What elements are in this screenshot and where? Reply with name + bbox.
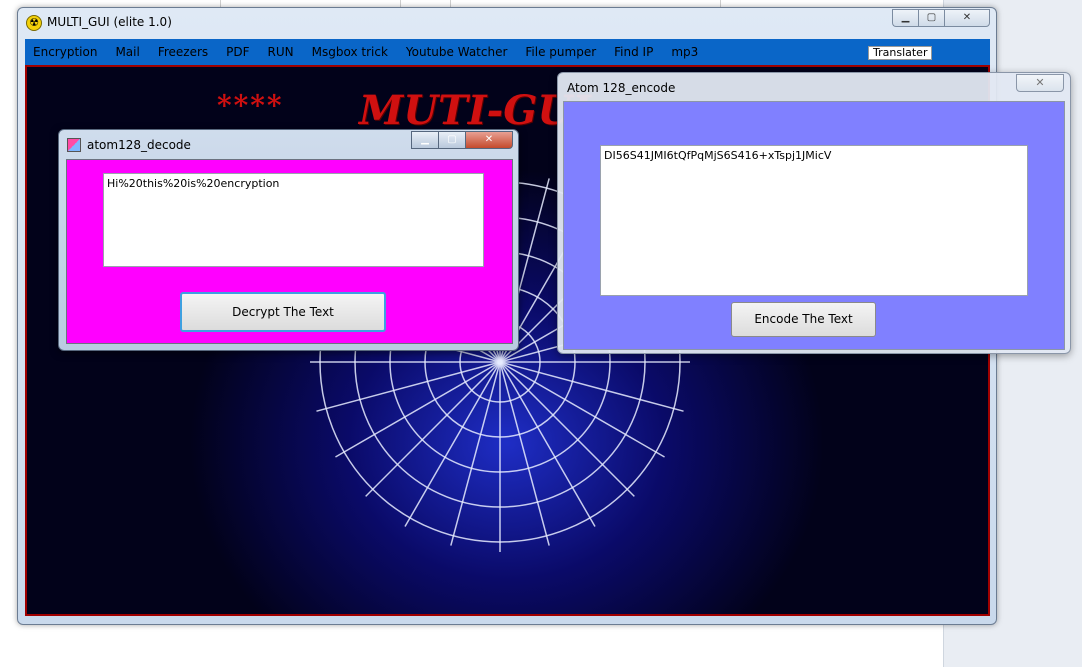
decrypt-button[interactable]: Decrypt The Text	[180, 292, 386, 332]
encode-client-area: DI56S41JMI6tQfPqMjS6S416+xTspj1JMicV Enc…	[563, 101, 1065, 350]
web-spoke	[450, 361, 501, 546]
decode-minimize-button[interactable]: ▁	[411, 131, 438, 149]
encode-button[interactable]: Encode The Text	[731, 302, 876, 337]
web-spoke	[365, 361, 501, 497]
encode-text-input[interactable]: DI56S41JMI6tQfPqMjS6S416+xTspj1JMicV	[600, 145, 1028, 296]
radiation-icon: ☢	[26, 15, 42, 31]
menubar: Encryption Mail Freezers PDF RUN Msgbox …	[25, 39, 990, 65]
main-window-title: MULTI_GUI (elite 1.0)	[47, 15, 172, 29]
encode-window: Atom 128_encode ✕ DI56S41JMI6tQfPqMjS6S4…	[557, 72, 1071, 354]
web-spoke	[499, 361, 665, 458]
menu-mp3[interactable]: mp3	[671, 45, 698, 59]
minimize-button[interactable]: ▁	[892, 9, 918, 27]
web-spoke	[499, 361, 550, 546]
decode-client-area: Hi%20this%20is%20encryption Decrypt The …	[66, 159, 513, 344]
encode-close-button[interactable]: ✕	[1016, 74, 1064, 92]
menu-encryption[interactable]: Encryption	[33, 45, 97, 59]
menu-freezers[interactable]: Freezers	[158, 45, 208, 59]
close-button[interactable]: ✕	[944, 9, 990, 27]
decode-close-button[interactable]: ✕	[465, 131, 513, 149]
web-spoke	[499, 361, 596, 527]
menu-msgbox-trick[interactable]: Msgbox trick	[312, 45, 388, 59]
web-spoke	[499, 361, 635, 497]
menu-file-pumper[interactable]: File pumper	[525, 45, 596, 59]
menu-pdf[interactable]: PDF	[226, 45, 249, 59]
web-spoke	[499, 361, 684, 412]
menu-mail[interactable]: Mail	[115, 45, 139, 59]
menu-run[interactable]: RUN	[268, 45, 294, 59]
main-titlebar[interactable]: ☢ MULTI_GUI (elite 1.0) ▁ ▢ ✕	[18, 8, 996, 36]
web-spoke	[404, 361, 501, 527]
form-icon	[67, 138, 81, 152]
menu-find-ip[interactable]: Find IP	[614, 45, 653, 59]
translator-button[interactable]: Translater	[868, 46, 933, 60]
decode-text-input[interactable]: Hi%20this%20is%20encryption	[103, 173, 484, 267]
decode-maximize-button[interactable]: ▢	[438, 131, 465, 149]
decode-window: atom128_decode ▁ ▢ ✕ Hi%20this%20is%20en…	[58, 129, 519, 351]
web-spoke	[335, 361, 501, 458]
banner-stars: ****	[217, 89, 284, 122]
maximize-button[interactable]: ▢	[918, 9, 944, 27]
menu-youtube-watcher[interactable]: Youtube Watcher	[406, 45, 507, 59]
main-caption-buttons: ▁ ▢ ✕	[892, 9, 990, 27]
decode-window-title: atom128_decode	[87, 138, 191, 152]
decode-caption-buttons: ▁ ▢ ✕	[411, 131, 513, 149]
encode-window-title: Atom 128_encode	[567, 81, 676, 95]
web-spoke	[316, 361, 501, 412]
